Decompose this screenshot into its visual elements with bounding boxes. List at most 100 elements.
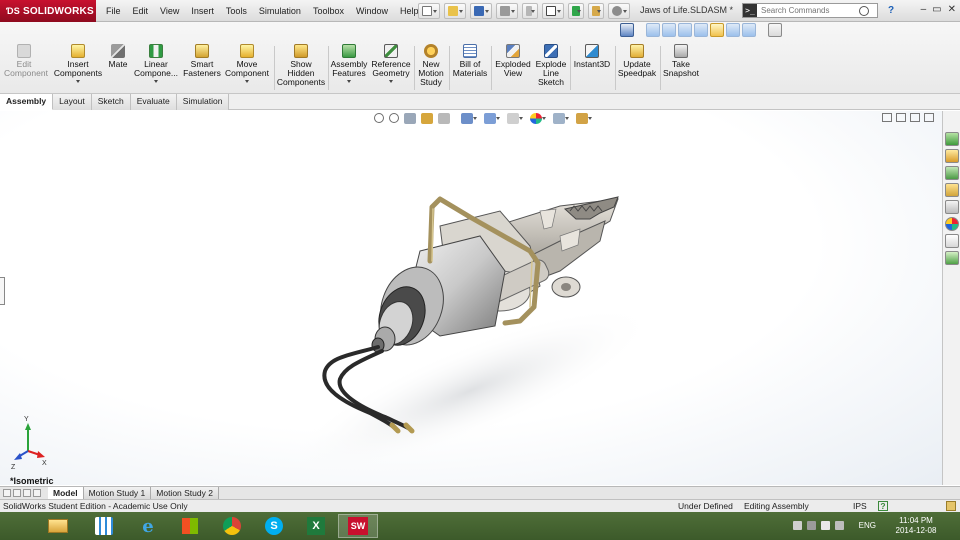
- move-component-dropdown[interactable]: [224, 78, 270, 84]
- search-icon[interactable]: [859, 5, 869, 16]
- network-icon[interactable]: [821, 521, 830, 530]
- front-view-icon[interactable]: [620, 23, 634, 37]
- solidworks-resources-icon[interactable]: [945, 132, 959, 146]
- language-indicator[interactable]: ENG: [859, 521, 876, 530]
- file-explorer-button[interactable]: [38, 514, 78, 538]
- store-button[interactable]: [170, 514, 210, 538]
- custom-properties-icon[interactable]: [945, 234, 959, 248]
- first-tab-icon[interactable]: [3, 489, 11, 497]
- skype-button[interactable]: S: [254, 514, 294, 538]
- solidworks-taskbar-button[interactable]: SW: [338, 514, 378, 538]
- last-tab-icon[interactable]: [33, 489, 41, 497]
- tab-motion-study-2[interactable]: Motion Study 2: [151, 487, 219, 499]
- show-hidden-icons-icon[interactable]: [793, 521, 802, 530]
- edit-component-button[interactable]: Edit Component: [4, 44, 48, 78]
- rebuild-status-icon[interactable]: [946, 501, 956, 511]
- undo-button[interactable]: [522, 3, 538, 19]
- excel-button[interactable]: X: [296, 514, 336, 538]
- assembly-features-dropdown[interactable]: [330, 78, 368, 84]
- open-button[interactable]: [444, 3, 466, 19]
- prev-tab-icon[interactable]: [13, 489, 21, 497]
- help-icon[interactable]: ?: [888, 5, 894, 16]
- exploded-view-button[interactable]: Exploded View: [493, 44, 533, 78]
- menu-edit[interactable]: Edit: [127, 6, 155, 16]
- next-tab-icon[interactable]: [23, 489, 31, 497]
- menu-view[interactable]: View: [154, 6, 185, 16]
- internet-explorer-button[interactable]: e: [128, 514, 168, 538]
- solidworks-forum-icon[interactable]: [945, 251, 959, 265]
- units-status[interactable]: IPS: [853, 500, 867, 512]
- graphics-area[interactable]: Y X Z *Isometric: [0, 111, 942, 485]
- wireframe-icon[interactable]: [646, 23, 660, 37]
- mate-button[interactable]: Mate: [106, 44, 130, 69]
- tab-evaluate[interactable]: Evaluate: [130, 94, 177, 110]
- hidden-lines-removed-icon[interactable]: [678, 23, 692, 37]
- apps-grid-button[interactable]: [84, 514, 124, 538]
- search-input[interactable]: [757, 6, 855, 15]
- reference-geometry-dropdown[interactable]: [370, 78, 412, 84]
- insert-components-dropdown[interactable]: [52, 78, 104, 84]
- file-explorer-icon[interactable]: [945, 183, 959, 197]
- save-button[interactable]: [470, 3, 492, 19]
- solidworks-logo[interactable]: ƊS SOLIDWORKS: [0, 0, 96, 22]
- volume-icon[interactable]: [835, 521, 844, 530]
- instant3d-button[interactable]: Instant3D: [572, 44, 612, 69]
- chrome-button[interactable]: [212, 514, 252, 538]
- take-snapshot-button[interactable]: Take Snapshot: [662, 44, 700, 78]
- minimize-icon[interactable]: –: [921, 4, 927, 15]
- show-hidden-components-button[interactable]: Show Hidden Components: [276, 44, 326, 87]
- measure-icon[interactable]: [768, 23, 782, 37]
- reference-geometry-button[interactable]: Reference Geometry: [370, 44, 412, 84]
- shaded-icon[interactable]: [726, 23, 740, 37]
- hidden-lines-visible-icon[interactable]: [662, 23, 676, 37]
- home-icon[interactable]: [945, 149, 959, 163]
- smart-fasteners-button[interactable]: Smart Fasteners: [182, 44, 222, 78]
- new-motion-study-button[interactable]: New Motion Study: [416, 44, 446, 87]
- tab-assembly[interactable]: Assembly: [0, 94, 54, 110]
- show-hidden-icon: [294, 44, 308, 58]
- rebuild-button[interactable]: [568, 3, 584, 19]
- update-speedpak-button[interactable]: Update Speedpak: [617, 44, 657, 78]
- tab-navigation: [0, 487, 48, 499]
- file-properties-button[interactable]: [588, 3, 604, 19]
- move-component-label: Move Component: [225, 59, 269, 78]
- linear-pattern-dropdown[interactable]: [132, 78, 180, 84]
- jaws-of-life-model[interactable]: [0, 111, 942, 485]
- new-document-button[interactable]: [418, 3, 440, 19]
- linear-pattern-button[interactable]: Linear Compone...: [132, 44, 180, 84]
- help-status-icon[interactable]: ?: [878, 501, 888, 511]
- mate-icon: [111, 44, 125, 58]
- search-commands[interactable]: >_: [742, 3, 878, 18]
- options-button[interactable]: [608, 3, 630, 19]
- design-library-icon[interactable]: [945, 166, 959, 180]
- move-component-button[interactable]: Move Component: [224, 44, 270, 84]
- menu-window[interactable]: Window: [350, 6, 394, 16]
- title-bar: ƊS SOLIDWORKS File Edit View Insert Tool…: [0, 0, 960, 22]
- tab-simulation[interactable]: Simulation: [176, 94, 230, 110]
- draft-quality-icon[interactable]: [742, 23, 756, 37]
- view-palette-icon[interactable]: [945, 200, 959, 214]
- tab-sketch[interactable]: Sketch: [91, 94, 131, 110]
- clock[interactable]: 11:04 PM 2014-12-08: [886, 516, 946, 536]
- appearances-icon[interactable]: [945, 217, 959, 231]
- menu-tools[interactable]: Tools: [220, 6, 253, 16]
- menu-simulation[interactable]: Simulation: [253, 6, 307, 16]
- menu-toolbox[interactable]: Toolbox: [307, 6, 350, 16]
- explode-line-sketch-button[interactable]: Explode Line Sketch: [535, 44, 567, 87]
- menu-file[interactable]: File: [100, 6, 127, 16]
- tab-model[interactable]: Model: [48, 487, 84, 499]
- menu-insert[interactable]: Insert: [185, 6, 220, 16]
- tab-layout[interactable]: Layout: [53, 94, 92, 110]
- select-button[interactable]: [542, 3, 564, 19]
- bill-of-materials-button[interactable]: Bill of Materials: [451, 44, 489, 78]
- shaded-edges-icon[interactable]: [694, 23, 708, 37]
- print-button[interactable]: [496, 3, 518, 19]
- restore-icon[interactable]: ▭: [932, 4, 941, 15]
- close-icon[interactable]: ✕: [948, 4, 956, 15]
- command-manager-tabs: Assembly Layout Sketch Evaluate Simulati…: [0, 94, 960, 110]
- insert-components-button[interactable]: Insert Components: [52, 44, 104, 84]
- action-center-icon[interactable]: [807, 521, 816, 530]
- assembly-features-button[interactable]: Assembly Features: [330, 44, 368, 84]
- tab-motion-study-1[interactable]: Motion Study 1: [83, 487, 152, 499]
- isometric-view-icon[interactable]: [710, 23, 724, 37]
